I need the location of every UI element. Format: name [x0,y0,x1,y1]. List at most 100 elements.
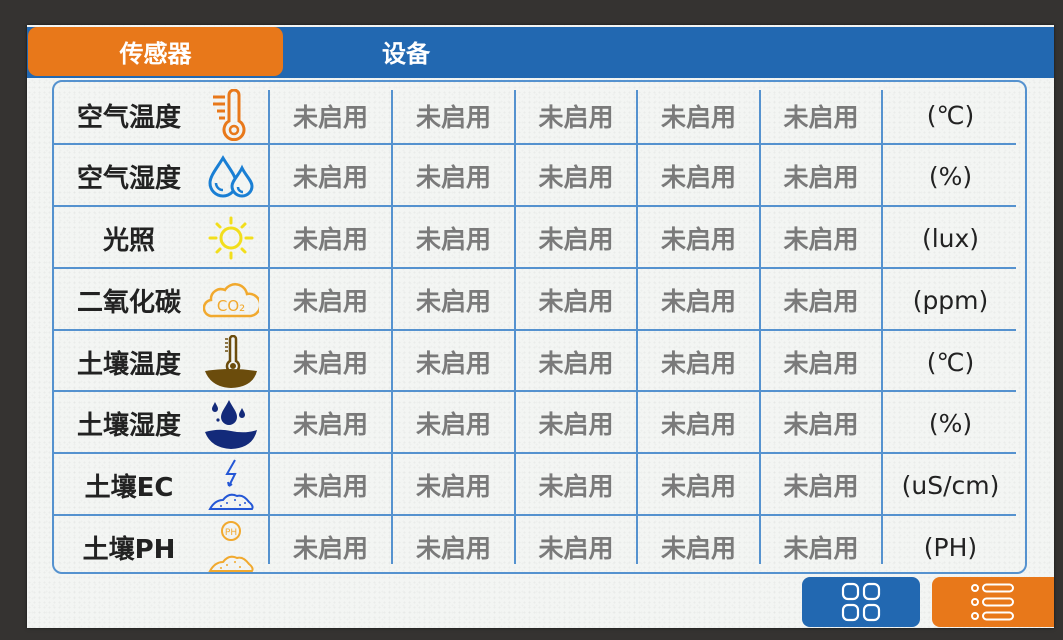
status-cell[interactable]: 未启用 [516,88,636,143]
sensor-label: 土壤温度 [54,331,204,393]
status-text: 未启用 [415,102,491,132]
status-cell[interactable]: 未启用 [516,454,636,516]
status-text: 未启用 [660,472,736,501]
status-cell[interactable]: 未启用 [270,331,391,393]
unit-text: (uS/cm) [901,470,1000,500]
status-cell[interactable]: 未启用 [393,392,514,454]
status-cell[interactable]: 未启用 [516,269,636,331]
status-cell[interactable]: 未启用 [393,331,514,393]
unit-cell: (uS/cm) [883,454,1018,516]
unit-text: (lux) [921,223,980,253]
list-view-button[interactable] [932,577,1054,627]
sun-icon [202,211,260,265]
unit-cell: (lux) [883,207,1018,269]
status-cell[interactable]: 未启用 [761,516,881,578]
status-cell[interactable]: 未启用 [638,331,759,393]
sensor-table: 空气温度 未启用 未启用 未启用 未启用 未启用 (℃) 空气湿度 未启用 未启用 未启用 未启用… [52,80,1027,574]
unit-cell: (%) [883,392,1018,454]
tab-sensors[interactable]: 传感器 [28,27,283,76]
status-cell[interactable]: 未启用 [393,207,514,269]
status-cell[interactable]: 未启用 [270,145,391,207]
status-text: 未启用 [783,225,859,254]
soil-ph-icon: PH [202,520,260,574]
status-cell[interactable]: 未启用 [516,516,636,578]
sensor-label: 光照 [54,207,204,269]
tab-bar: 传感器 设备 [27,27,1054,78]
status-cell[interactable]: 未启用 [761,145,881,207]
status-text: 未启用 [292,472,368,501]
status-cell[interactable]: 未启用 [393,516,514,578]
status-cell[interactable]: 未启用 [761,269,881,331]
status-text: 未启用 [783,287,859,316]
status-cell[interactable]: 未启用 [270,269,391,331]
status-text: 未启用 [783,534,859,563]
unit-cell: (%) [883,145,1018,207]
status-cell[interactable]: 未启用 [516,331,636,393]
status-cell[interactable]: 未启用 [393,269,514,331]
status-cell[interactable]: 未启用 [270,88,391,143]
unit-cell: (℃) [883,331,1018,393]
status-cell[interactable]: 未启用 [270,207,391,269]
status-text: 未启用 [660,349,736,378]
co2-cloud-icon: CO₂ [202,273,260,327]
status-cell[interactable]: 未启用 [270,516,391,578]
status-cell[interactable]: 未启用 [638,454,759,516]
svg-text:CO₂: CO₂ [217,297,245,315]
sensor-label: 土壤EC [54,454,204,516]
sensor-label-text: 空气湿度 [76,163,181,194]
soil-ec-icon [202,458,260,512]
status-cell[interactable]: 未启用 [516,392,636,454]
sensor-label-text: 二氧化碳 [76,287,181,318]
status-text: 未启用 [415,225,491,254]
status-text: 未启用 [538,410,614,439]
status-text: 未启用 [538,225,614,254]
soil-moisture-icon [202,396,260,450]
unit-text: (%) [928,161,973,191]
status-cell[interactable]: 未启用 [270,392,391,454]
status-text: 未启用 [660,102,736,132]
sensor-label-text: 光照 [102,225,155,256]
sensor-label-text: 土壤温度 [76,349,181,380]
status-cell[interactable]: 未启用 [638,207,759,269]
unit-text: (PH) [923,532,978,562]
status-cell[interactable]: 未启用 [761,88,881,143]
status-cell[interactable]: 未启用 [393,88,514,143]
sensor-label-text: 土壤湿度 [76,410,181,441]
sensor-label: 空气湿度 [54,145,204,207]
unit-text: (℃) [926,101,975,130]
status-cell[interactable]: 未启用 [638,269,759,331]
status-text: 未启用 [660,410,736,439]
sensor-label: 土壤湿度 [54,392,204,454]
status-text: 未启用 [292,349,368,378]
status-text: 未启用 [415,410,491,439]
status-cell[interactable]: 未启用 [761,454,881,516]
sensor-screen: 传感器 设备 空气温度 未启用 未启用 未启用 未启用 未启用 (℃) 空气湿度 未启用 未启… [27,25,1054,628]
status-cell[interactable]: 未启用 [638,88,759,143]
grid-view-button[interactable] [802,577,920,627]
status-cell[interactable]: 未启用 [638,516,759,578]
svg-text:PH: PH [225,528,237,538]
sensor-label: 空气温度 [54,88,204,143]
tab-devices[interactable]: 设备 [283,27,529,76]
status-text: 未启用 [292,163,368,192]
status-text: 未启用 [415,287,491,316]
unit-text: (%) [928,408,973,438]
status-cell[interactable]: 未启用 [761,392,881,454]
status-cell[interactable]: 未启用 [761,331,881,393]
status-text: 未启用 [415,534,491,563]
status-cell[interactable]: 未启用 [516,207,636,269]
status-cell[interactable]: 未启用 [516,145,636,207]
list-view-icon [971,583,1014,621]
status-cell[interactable]: 未启用 [638,145,759,207]
status-cell[interactable]: 未启用 [270,454,391,516]
status-cell[interactable]: 未启用 [393,454,514,516]
status-cell[interactable]: 未启用 [761,207,881,269]
sensor-label-text: 土壤EC [84,472,174,503]
status-cell[interactable]: 未启用 [393,145,514,207]
status-text: 未启用 [292,410,368,439]
status-text: 未启用 [538,472,614,501]
status-text: 未启用 [783,163,859,192]
status-text: 未启用 [415,472,491,501]
status-cell[interactable]: 未启用 [638,392,759,454]
status-text: 未启用 [292,225,368,254]
